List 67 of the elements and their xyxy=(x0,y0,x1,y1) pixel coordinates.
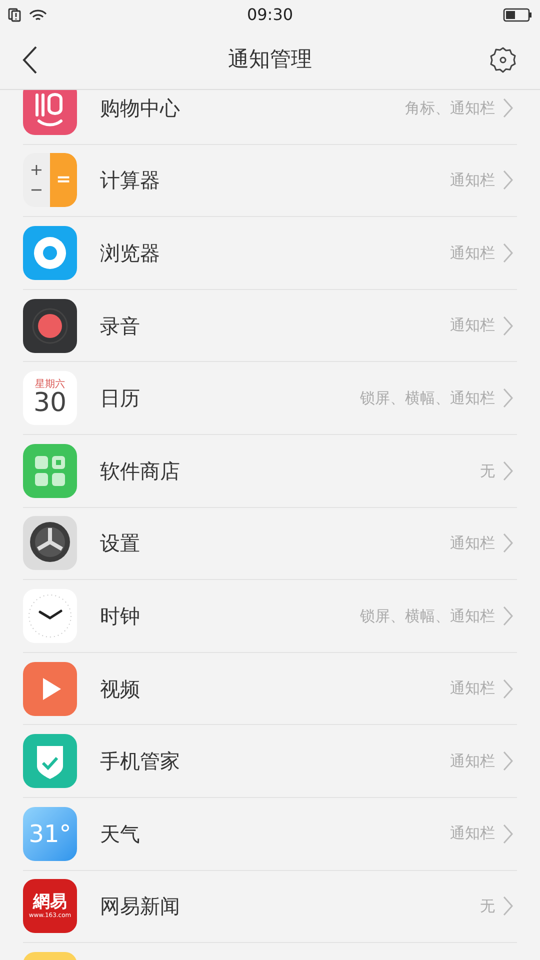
chevron-right-icon xyxy=(503,316,513,336)
notification-setting: 通知栏 xyxy=(450,242,495,264)
app-name: 网易新闻 xyxy=(100,893,180,920)
app-name: 软件商店 xyxy=(100,458,180,485)
chevron-right-icon xyxy=(503,606,513,626)
app-grid-icon xyxy=(23,444,77,498)
chevron-right-icon xyxy=(503,460,513,481)
chevron-right-icon xyxy=(503,98,513,118)
gear-icon xyxy=(23,516,77,570)
app-row[interactable]: 时钟 锁屏、横幅、通知栏 xyxy=(23,580,517,653)
app-name: 时钟 xyxy=(100,602,140,630)
app-name: 购物中心 xyxy=(100,94,180,122)
notification-setting: 锁屏、横幅、通知栏 xyxy=(360,606,495,627)
app-name: 日历 xyxy=(100,385,140,412)
notification-setting: 角标、通知栏 xyxy=(405,98,495,119)
app-row[interactable]: 星期六 30 日历 锁屏、横幅、通知栏 xyxy=(23,362,517,435)
app-row[interactable]: 设置 通知栏 xyxy=(23,508,517,580)
battery-icon xyxy=(502,8,532,22)
app-name: 计算器 xyxy=(100,167,160,194)
chevron-right-icon xyxy=(503,388,513,408)
app-name: 设置 xyxy=(100,530,140,558)
app-name: 手机管家 xyxy=(100,748,180,776)
logo-text: 網易 xyxy=(33,894,67,911)
notification-setting: 锁屏、横幅、通知栏 xyxy=(360,388,495,409)
chevron-right-icon xyxy=(503,824,513,844)
sim-card-icon xyxy=(8,8,21,22)
chevron-right-icon xyxy=(503,678,513,699)
app-row[interactable]: 录音 通知栏 xyxy=(23,290,517,362)
app-row[interactable]: 购物中心 角标、通知栏 xyxy=(23,90,517,145)
status-time: 09:30 xyxy=(246,4,294,26)
minus-sign: − xyxy=(30,182,44,198)
page-title: 通知管理 xyxy=(228,46,312,73)
settings-icon xyxy=(489,46,517,74)
date-text: 30 xyxy=(33,390,67,416)
app-row[interactable]: 软件商店 无 xyxy=(23,434,517,508)
browser-icon xyxy=(23,226,77,280)
notification-setting: 通知栏 xyxy=(450,170,495,192)
chevron-right-icon xyxy=(503,242,513,263)
chevron-right-icon xyxy=(503,896,513,916)
notification-setting: 通知栏 xyxy=(450,315,495,336)
notification-setting: 通知栏 xyxy=(450,533,495,554)
play-icon xyxy=(23,662,77,716)
clock-icon xyxy=(23,588,77,643)
app-name: 天气 xyxy=(100,820,140,848)
app-row[interactable]: 浏览器 通知栏 xyxy=(23,217,517,290)
app-name: 浏览器 xyxy=(100,240,160,267)
weekday-text: 星期六 xyxy=(35,380,65,390)
chevron-right-icon xyxy=(503,170,513,190)
chevron-right-icon xyxy=(503,751,513,772)
notification-setting: 无 xyxy=(480,460,495,482)
chevron-right-icon xyxy=(503,533,513,554)
shield-check-icon xyxy=(23,734,77,788)
temperature-text: 31° xyxy=(28,822,72,846)
equals-sign: = xyxy=(56,171,72,190)
shopping-bag-icon xyxy=(23,90,77,135)
app-row[interactable]: 手机管家 通知栏 xyxy=(23,725,517,798)
notification-setting: 通知栏 xyxy=(450,823,495,844)
app-row[interactable]: 31° 天气 通知栏 xyxy=(23,798,517,871)
plus-sign: + xyxy=(30,162,44,178)
app-row[interactable]: 视频 通知栏 xyxy=(23,652,517,726)
app-name: 录音 xyxy=(100,312,140,340)
notification-setting: 无 xyxy=(480,896,495,918)
notification-setting: 通知栏 xyxy=(450,678,495,700)
app-name: 视频 xyxy=(100,676,140,703)
record-icon xyxy=(23,298,77,353)
wifi-icon xyxy=(29,8,47,22)
notification-setting: 通知栏 xyxy=(450,750,495,772)
